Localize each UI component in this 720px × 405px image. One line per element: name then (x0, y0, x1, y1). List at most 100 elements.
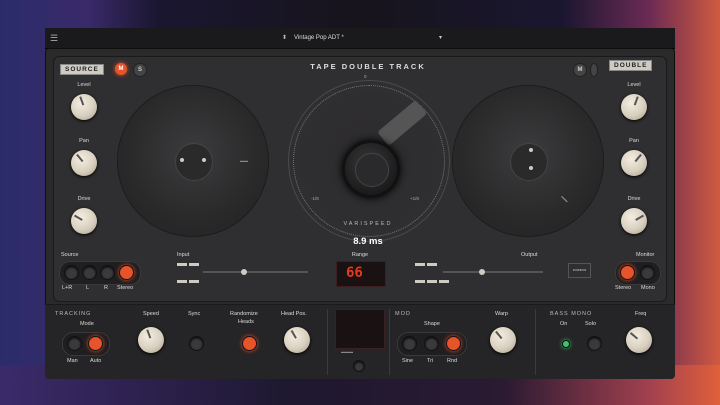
source-lr-button[interactable] (64, 265, 79, 280)
right-pan-knob[interactable] (621, 150, 647, 176)
randomize-heads-button[interactable] (242, 336, 257, 351)
range-display: 66 (336, 261, 386, 287)
range-digits: 66 (346, 265, 363, 281)
mode-auto-button[interactable] (88, 336, 103, 351)
source-l-button[interactable] (82, 265, 97, 280)
right-drive-label: Drive (627, 196, 641, 202)
sync-button[interactable] (189, 336, 204, 351)
preset-selector[interactable]: ⬍ Vintage Pop ADT * ▾ (282, 31, 442, 45)
source-label: Source (61, 252, 79, 258)
scale-max-label: +1/8 (410, 196, 419, 201)
double-solo-button[interactable] (590, 63, 598, 77)
mod-section-label: MOD (395, 311, 411, 317)
varispeed-knob-center (355, 153, 389, 187)
source-l-label: L (86, 285, 90, 291)
bass-mono-solo-label: Solo (585, 321, 597, 327)
host-title-bar: ☰ ⬍ Vintage Pop ADT * ▾ (45, 28, 675, 49)
randomize-label: Randomize (230, 311, 258, 317)
double-tag: DOUBLE (609, 60, 653, 71)
left-drive-label: Drive (77, 196, 91, 202)
speed-knob[interactable] (138, 327, 164, 353)
output-meter-segment (439, 280, 449, 283)
mod-meter-caption: ▬▬▬ (341, 349, 353, 354)
tracking-section-label: TRACKING (55, 311, 92, 317)
section-divider (535, 309, 536, 375)
mode-label: Mode (80, 321, 94, 327)
input-label: Input (177, 252, 190, 258)
shape-rnd-label: Rnd (447, 358, 458, 364)
output-label: Output (521, 252, 538, 258)
preset-name: Vintage Pop ADT * (294, 35, 344, 41)
right-level-label: Level (627, 82, 641, 88)
double-tape-reel: ▬▬ (453, 86, 603, 236)
output-meter-segment (427, 263, 437, 266)
bass-mono-section-label: BASS MONO (550, 311, 593, 317)
left-level-knob[interactable] (71, 94, 97, 120)
output-meter-segment (415, 263, 425, 266)
monitor-stereo-button[interactable] (620, 265, 635, 280)
left-pan-label: Pan (79, 138, 89, 144)
input-meter-segment (177, 280, 187, 283)
source-r-label: R (104, 285, 108, 291)
source-lr-label: L+R (62, 285, 73, 291)
output-slider[interactable] (443, 271, 543, 273)
source-r-button[interactable] (100, 265, 115, 280)
head-pos-knob[interactable] (284, 327, 310, 353)
bass-mono-on-indicator[interactable] (562, 340, 570, 348)
freq-label: Freq (635, 311, 647, 317)
reel-dot (202, 158, 206, 162)
shape-rnd-button[interactable] (446, 336, 461, 351)
heads-label: Heads (238, 319, 254, 325)
output-slider-thumb[interactable] (479, 269, 485, 275)
right-pan-label: Pan (629, 138, 639, 144)
plugin-window: SOURCE M S TAPE DOUBLE TRACK M DOUBLE Le… (45, 48, 675, 379)
bass-mono-on-label: On (560, 321, 568, 327)
sync-label: Sync (188, 311, 201, 317)
warp-knob[interactable] (490, 327, 516, 353)
shape-tri-button[interactable] (424, 336, 439, 351)
reel-brand-text: ▬▬ (560, 193, 570, 204)
plugin-title: TAPE DOUBLE TRACK (310, 62, 426, 71)
left-level-label: Level (77, 82, 91, 88)
varispeed-knob[interactable] (342, 140, 400, 198)
varispeed-label: VARISPEED (343, 221, 393, 227)
monitor-label: Monitor (636, 252, 655, 258)
source-stereo-label: Stereo (117, 285, 134, 291)
source-stereo-button[interactable] (119, 265, 134, 280)
bass-mono-solo-button[interactable] (587, 336, 602, 351)
mod-meter-display (335, 309, 385, 349)
reel-hub (175, 143, 213, 181)
brand-logo: ꟷꟷ (568, 263, 592, 278)
input-meter-segment (189, 263, 199, 266)
speed-label: Speed (143, 311, 159, 317)
reel-dot (529, 148, 533, 152)
input-meter-segment (189, 280, 199, 283)
mode-man-label: Man (67, 358, 78, 364)
left-pan-knob[interactable] (71, 150, 97, 176)
scale-top-label: 0 (364, 74, 367, 79)
input-slider[interactable] (203, 271, 308, 273)
range-label: Range (351, 252, 369, 258)
lower-panel: TRACKING Mode Man Auto Speed Sync Random… (45, 304, 675, 379)
delay-readout: 8.9 ms (353, 236, 383, 247)
monitor-mono-button[interactable] (640, 265, 655, 280)
monitor-mono-label: Mono (641, 285, 655, 291)
preset-arrows-icon[interactable]: ⬍ (282, 31, 287, 45)
shape-sine-button[interactable] (402, 336, 417, 351)
input-meter-segment (177, 263, 187, 266)
double-mute-button[interactable]: M (573, 63, 587, 77)
shape-label: Shape (424, 321, 440, 327)
freq-knob[interactable] (626, 327, 652, 353)
head-pos-label: Head Pos. (281, 311, 307, 317)
chevron-down-icon[interactable]: ▾ (439, 31, 442, 45)
menu-icon[interactable]: ☰ (50, 33, 58, 44)
right-drive-knob[interactable] (621, 208, 647, 234)
right-level-knob[interactable] (621, 94, 647, 120)
mod-toggle-button[interactable] (353, 360, 365, 372)
mode-man-button[interactable] (67, 336, 82, 351)
reel-dot (529, 166, 533, 170)
source-tape-reel: ▬▬ (118, 86, 268, 236)
shape-sine-label: Sine (402, 358, 414, 364)
input-slider-thumb[interactable] (241, 269, 247, 275)
section-divider (389, 309, 390, 375)
